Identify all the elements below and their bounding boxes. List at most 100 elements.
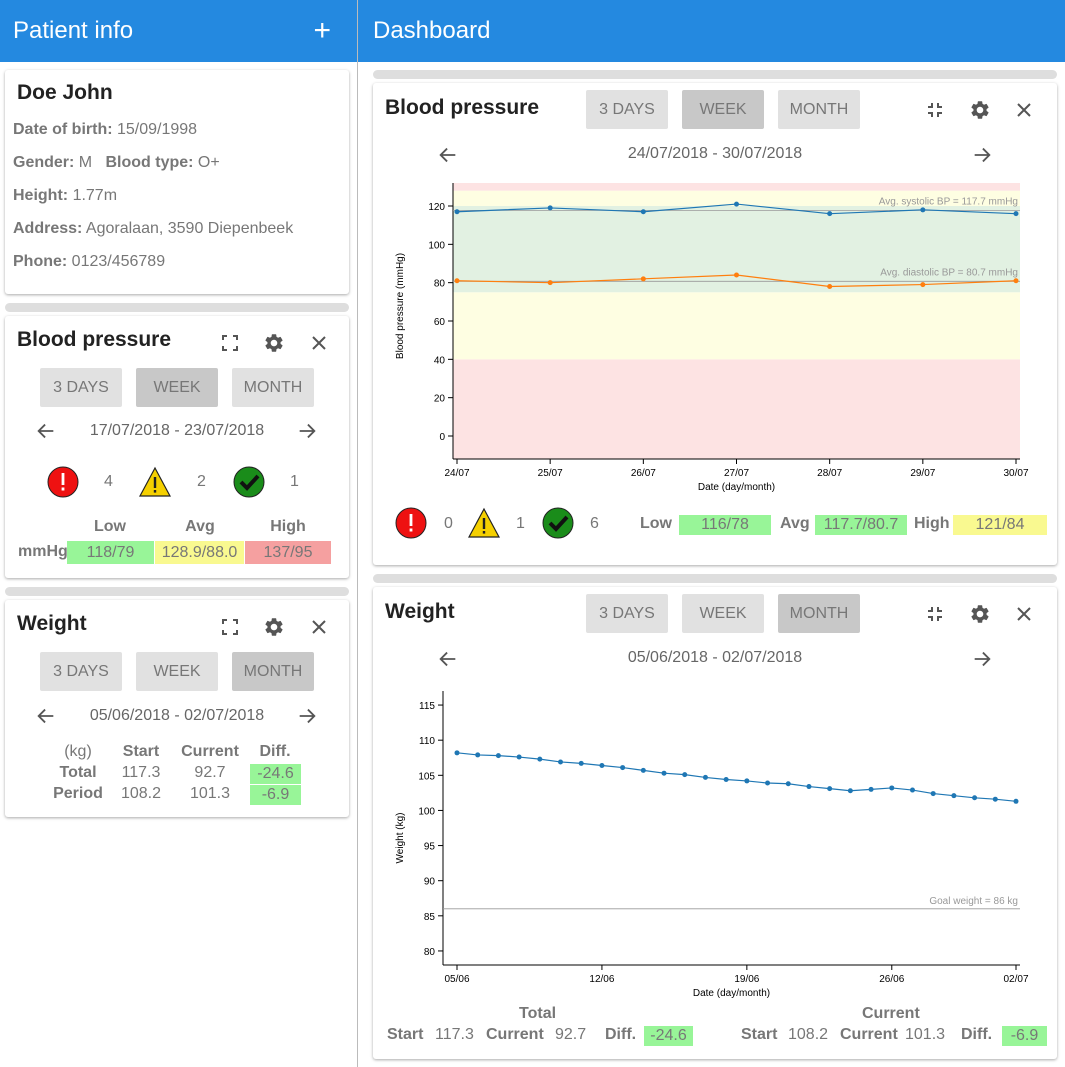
dashboard-title: Dashboard bbox=[373, 17, 491, 44]
bp-small-card: Blood pressure 3 DAYS WEEK MONTH 17/07/2… bbox=[5, 316, 349, 578]
weight-point bbox=[889, 785, 895, 791]
x-tick-label: 26/06 bbox=[879, 974, 904, 985]
total-diff: -24.6 bbox=[250, 764, 301, 784]
period-week-button[interactable]: WEEK bbox=[682, 90, 764, 129]
y-tick-label: 90 bbox=[424, 877, 436, 888]
gear-icon[interactable] bbox=[262, 331, 286, 355]
arrow-left-icon[interactable] bbox=[35, 420, 57, 442]
total-diff-value: -24.6 bbox=[644, 1026, 693, 1046]
weight-point bbox=[495, 753, 501, 759]
systolic-point bbox=[454, 209, 460, 215]
threshold-band bbox=[453, 206, 1020, 293]
average-label: Avg. diastolic BP = 80.7 mmHg bbox=[880, 267, 1018, 278]
y-tick-label: 120 bbox=[428, 202, 445, 213]
weight-point bbox=[640, 767, 646, 773]
drag-handle[interactable] bbox=[373, 574, 1057, 583]
weight-point bbox=[868, 786, 874, 792]
arrow-left-icon[interactable] bbox=[35, 705, 57, 727]
collapse-icon[interactable] bbox=[923, 98, 947, 122]
period-week-button[interactable]: WEEK bbox=[136, 652, 218, 691]
arrow-left-icon[interactable] bbox=[437, 144, 459, 166]
weight-point bbox=[702, 774, 708, 780]
bp-small-title: Blood pressure bbox=[17, 328, 172, 351]
drag-handle[interactable] bbox=[5, 587, 349, 596]
gender-value: M bbox=[78, 154, 93, 171]
high-label: High bbox=[914, 515, 950, 532]
col-avg-header: Avg bbox=[185, 518, 215, 535]
drag-handle[interactable] bbox=[373, 70, 1057, 79]
total-start-label: Start bbox=[387, 1026, 424, 1043]
weight-large-card: Weight 3 DAYS WEEK MONTH 05/06/2018 - 02… bbox=[373, 587, 1057, 1059]
threshold-band bbox=[453, 183, 1020, 191]
current-diff-value: -6.9 bbox=[1002, 1026, 1047, 1046]
period-3days-button[interactable]: 3 DAYS bbox=[586, 90, 668, 129]
y-tick-label: 110 bbox=[419, 736, 435, 747]
high-value: 121/84 bbox=[953, 515, 1047, 535]
avg-value: 117.7/80.7 bbox=[815, 515, 907, 535]
drag-handle[interactable] bbox=[5, 303, 349, 312]
gear-icon[interactable] bbox=[968, 98, 992, 122]
current-header: Current bbox=[181, 743, 239, 760]
weight-point bbox=[951, 793, 957, 799]
col-low-header: Low bbox=[94, 518, 126, 535]
collapse-icon[interactable] bbox=[923, 602, 947, 626]
gear-icon[interactable] bbox=[262, 615, 286, 639]
systolic-point bbox=[734, 201, 739, 207]
gender-line: Gender: M Blood type: O+ bbox=[13, 154, 220, 172]
close-icon[interactable] bbox=[307, 331, 331, 355]
warning-icon bbox=[138, 466, 172, 498]
arrow-left-icon[interactable] bbox=[437, 648, 459, 670]
close-icon[interactable] bbox=[1012, 98, 1036, 122]
expand-icon[interactable] bbox=[218, 331, 242, 355]
period-month-button[interactable]: MONTH bbox=[232, 652, 314, 691]
check-icon bbox=[542, 507, 574, 539]
phone-line: Phone: 0123/456789 bbox=[13, 253, 165, 271]
total-diff-label: Diff. bbox=[605, 1026, 637, 1043]
y-tick-label: 100 bbox=[428, 240, 445, 251]
add-widget-button[interactable]: + bbox=[313, 16, 331, 46]
arrow-right-icon[interactable] bbox=[971, 144, 993, 166]
period-month-button[interactable]: MONTH bbox=[778, 594, 860, 633]
weight-point bbox=[909, 787, 915, 793]
close-icon[interactable] bbox=[1012, 602, 1036, 626]
arrow-right-icon[interactable] bbox=[296, 420, 318, 442]
current-current-label: Current bbox=[840, 1026, 898, 1043]
weight-point bbox=[475, 752, 481, 758]
avg-label: Avg bbox=[780, 515, 810, 532]
dob-line: Date of birth: 15/09/1998 bbox=[13, 121, 197, 139]
weight-point bbox=[930, 791, 936, 797]
period-3days-button[interactable]: 3 DAYS bbox=[586, 594, 668, 633]
period-month-button[interactable]: MONTH bbox=[778, 90, 860, 129]
low-value: 116/78 bbox=[679, 515, 771, 535]
period-3days-button[interactable]: 3 DAYS bbox=[40, 652, 122, 691]
arrow-right-icon[interactable] bbox=[296, 705, 318, 727]
gear-icon[interactable] bbox=[968, 602, 992, 626]
period-week-button[interactable]: WEEK bbox=[136, 368, 218, 407]
period-row-label: Period bbox=[53, 785, 103, 802]
current-start-label: Start bbox=[741, 1026, 778, 1043]
column-divider bbox=[357, 0, 358, 1067]
systolic-point bbox=[547, 205, 553, 211]
check-icon bbox=[233, 466, 265, 498]
current-start-value: 108.2 bbox=[788, 1026, 829, 1043]
diastolic-point bbox=[1013, 278, 1019, 284]
unit-label: mmHg bbox=[18, 543, 68, 560]
period-month-button[interactable]: MONTH bbox=[232, 368, 314, 407]
expand-icon[interactable] bbox=[218, 615, 242, 639]
arrow-right-icon[interactable] bbox=[971, 648, 993, 670]
weight-point bbox=[1013, 798, 1019, 804]
period-3days-button[interactable]: 3 DAYS bbox=[40, 368, 122, 407]
close-icon[interactable] bbox=[307, 615, 331, 639]
y-tick-label: 80 bbox=[424, 947, 436, 958]
bp-chart: 0 20 40 60 80 100 120 24/07 25/07 26/07 27/07 28/07… bbox=[395, 183, 1029, 493]
right-header: Dashboard bbox=[358, 0, 1065, 62]
bp-large-card: Blood pressure 3 DAYS WEEK MONTH 24/07/2… bbox=[373, 83, 1057, 565]
total-current-value: 92.7 bbox=[555, 1026, 587, 1043]
weight-small-card: Weight 3 DAYS WEEK MONTH 05/06/2018 - 02… bbox=[5, 600, 349, 817]
weight-large-title: Weight bbox=[385, 600, 455, 623]
ok-count: 6 bbox=[590, 515, 599, 532]
diastolic-point bbox=[547, 280, 553, 286]
period-week-button[interactable]: WEEK bbox=[682, 594, 764, 633]
address-label: Address: bbox=[13, 220, 83, 237]
weight-point bbox=[516, 754, 522, 760]
